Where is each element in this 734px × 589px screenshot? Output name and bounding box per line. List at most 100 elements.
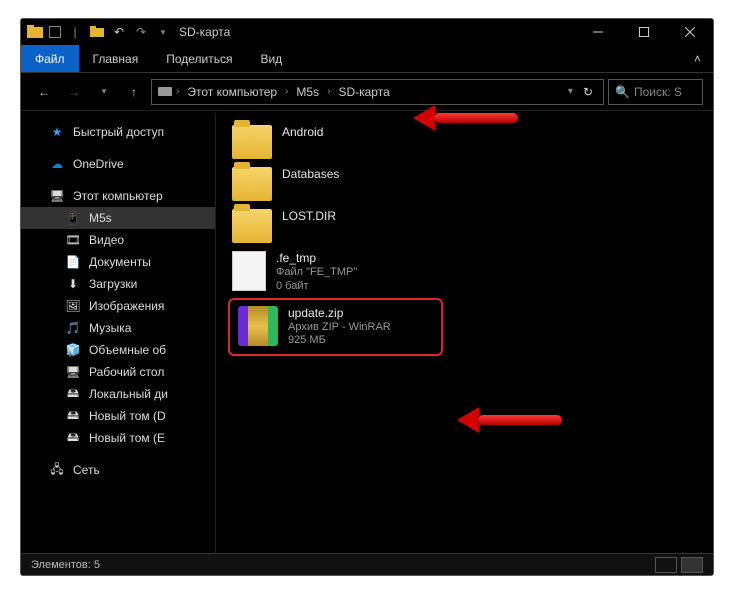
breadcrumb-m5s[interactable]: M5s <box>292 85 323 99</box>
picture-icon: 🖼 <box>65 298 81 314</box>
sidebar-item-volume-e[interactable]: 🖴 Новый том (E <box>21 427 215 449</box>
sidebar-item-label: Объемные об <box>89 343 166 357</box>
file-meta: Архив ZIP - WinRAR <box>288 321 391 335</box>
file-name: update.zip <box>288 306 391 321</box>
status-bar: Элементов: 5 <box>21 553 713 575</box>
zip-icon <box>238 306 278 346</box>
cloud-icon: ☁ <box>49 156 65 172</box>
chevron-right-icon[interactable]: › <box>285 86 288 97</box>
ribbon-collapse-icon[interactable]: ˄ <box>694 52 713 66</box>
navigation-pane: ★ Быстрый доступ ☁ OneDrive 🖥 Этот компь… <box>21 113 216 553</box>
redo-icon[interactable]: ↷ <box>133 24 149 40</box>
download-icon: ⬇ <box>65 276 81 292</box>
file-meta: 0 байт <box>276 280 357 294</box>
film-icon: 🎞 <box>65 232 81 248</box>
folder-icon <box>232 125 272 159</box>
view-details-button[interactable] <box>655 557 677 573</box>
sidebar-item-label: M5s <box>89 211 112 225</box>
drive-icon: 🖴 <box>65 386 81 402</box>
music-icon: 🎵 <box>65 320 81 336</box>
chevron-right-icon[interactable]: › <box>176 86 179 97</box>
file-name: LOST.DIR <box>282 209 336 224</box>
back-button[interactable]: ← <box>31 79 57 105</box>
sidebar-item-m5s[interactable]: 📱 M5s <box>21 207 215 229</box>
sidebar-item-pictures[interactable]: 🖼 Изображения <box>21 295 215 317</box>
list-item[interactable]: LOST.DIR <box>228 205 428 247</box>
list-item[interactable]: Databases <box>228 163 428 205</box>
file-name: Android <box>282 125 323 140</box>
minimize-button[interactable] <box>575 19 621 45</box>
file-name: Databases <box>282 167 339 182</box>
up-button[interactable]: ↑ <box>121 79 147 105</box>
address-bar[interactable]: › Этот компьютер › M5s › SD-карта ▾ ↻ <box>151 79 604 105</box>
sidebar-item-volume-d[interactable]: 🖴 Новый том (D <box>21 405 215 427</box>
sidebar-item-documents[interactable]: 📄 Документы <box>21 251 215 273</box>
folder-small-icon[interactable] <box>89 24 105 40</box>
tab-view[interactable]: Вид <box>246 45 296 72</box>
star-icon: ★ <box>49 124 65 140</box>
sidebar-item-label: OneDrive <box>73 157 124 171</box>
titlebar: | ↶ ↷ ▾ SD-карта <box>21 19 713 45</box>
recent-dropdown-icon[interactable]: ▾ <box>91 79 117 105</box>
checkbox-icon[interactable] <box>49 26 61 38</box>
phone-icon: 📱 <box>65 210 81 226</box>
sidebar-item-label: Быстрый доступ <box>73 125 164 139</box>
sidebar-item-3dobjects[interactable]: 🧊 Объемные об <box>21 339 215 361</box>
drive-icon <box>158 86 172 98</box>
explorer-window: | ↶ ↷ ▾ SD-карта Файл Главная Поделиться… <box>20 18 714 576</box>
folder-icon <box>232 209 272 243</box>
file-name: .fe_tmp <box>276 251 357 266</box>
folder-icon <box>232 167 272 201</box>
list-item[interactable]: update.zip Архив ZIP - WinRAR 925 МБ <box>234 302 437 353</box>
sidebar-item-quick-access[interactable]: ★ Быстрый доступ <box>21 121 215 143</box>
list-item[interactable]: .fe_tmp Файл "FE_TMP" 0 байт <box>228 247 428 298</box>
sidebar-item-videos[interactable]: 🎞 Видео <box>21 229 215 251</box>
file-meta: Файл "FE_TMP" <box>276 266 357 280</box>
close-button[interactable] <box>667 19 713 45</box>
view-icons-button[interactable] <box>681 557 703 573</box>
sidebar-item-network[interactable]: 🖧 Сеть <box>21 459 215 481</box>
sidebar-item-this-pc[interactable]: 🖥 Этот компьютер <box>21 185 215 207</box>
highlighted-file: update.zip Архив ZIP - WinRAR 925 МБ <box>228 298 443 357</box>
sidebar-item-label: Рабочий стол <box>89 365 164 379</box>
status-count-label: Элементов: <box>31 559 91 571</box>
sidebar-item-local-disk[interactable]: 🖴 Локальный ди <box>21 383 215 405</box>
file-meta: 925 МБ <box>288 334 391 348</box>
ribbon-tabs: Файл Главная Поделиться Вид ˄ <box>21 45 713 73</box>
network-icon: 🖧 <box>49 462 65 478</box>
window-title: SD-карта <box>179 25 230 39</box>
sidebar-item-downloads[interactable]: ⬇ Загрузки <box>21 273 215 295</box>
qat-dropdown-icon[interactable]: ▾ <box>155 24 171 40</box>
tab-file[interactable]: Файл <box>21 45 79 72</box>
chevron-right-icon[interactable]: › <box>327 86 330 97</box>
sidebar-item-desktop[interactable]: 🖥 Рабочий стол <box>21 361 215 383</box>
search-input[interactable]: 🔍 Поиск: S <box>608 79 703 105</box>
sidebar-item-label: Новый том (D <box>89 409 166 423</box>
status-count: 5 <box>94 559 100 571</box>
divider-icon: | <box>67 24 83 40</box>
forward-button[interactable]: → <box>61 79 87 105</box>
sidebar-item-label: Музыка <box>89 321 131 335</box>
drive-icon: 🖴 <box>65 408 81 424</box>
refresh-icon[interactable]: ↻ <box>583 85 593 99</box>
sidebar-item-label: Загрузки <box>89 277 137 291</box>
document-icon: 📄 <box>65 254 81 270</box>
list-item[interactable]: Android <box>228 121 428 163</box>
breadcrumb-pc[interactable]: Этот компьютер <box>183 85 281 99</box>
maximize-button[interactable] <box>621 19 667 45</box>
sidebar-item-onedrive[interactable]: ☁ OneDrive <box>21 153 215 175</box>
file-list[interactable]: Android Databases LOST.DIR .fe_tmp Файл … <box>216 113 713 553</box>
breadcrumb-sdcard[interactable]: SD-карта <box>334 85 393 99</box>
tab-share[interactable]: Поделиться <box>152 45 246 72</box>
tab-home[interactable]: Главная <box>79 45 153 72</box>
sidebar-item-label: Документы <box>89 255 151 269</box>
undo-icon[interactable]: ↶ <box>111 24 127 40</box>
file-icon <box>232 251 266 291</box>
address-dropdown-icon[interactable]: ▾ <box>568 86 573 97</box>
sidebar-item-music[interactable]: 🎵 Музыка <box>21 317 215 339</box>
sidebar-item-label: Сеть <box>73 463 100 477</box>
pc-icon: 🖥 <box>49 188 65 204</box>
cube-icon: 🧊 <box>65 342 81 358</box>
app-icon <box>27 24 43 40</box>
desktop-icon: 🖥 <box>65 364 81 380</box>
